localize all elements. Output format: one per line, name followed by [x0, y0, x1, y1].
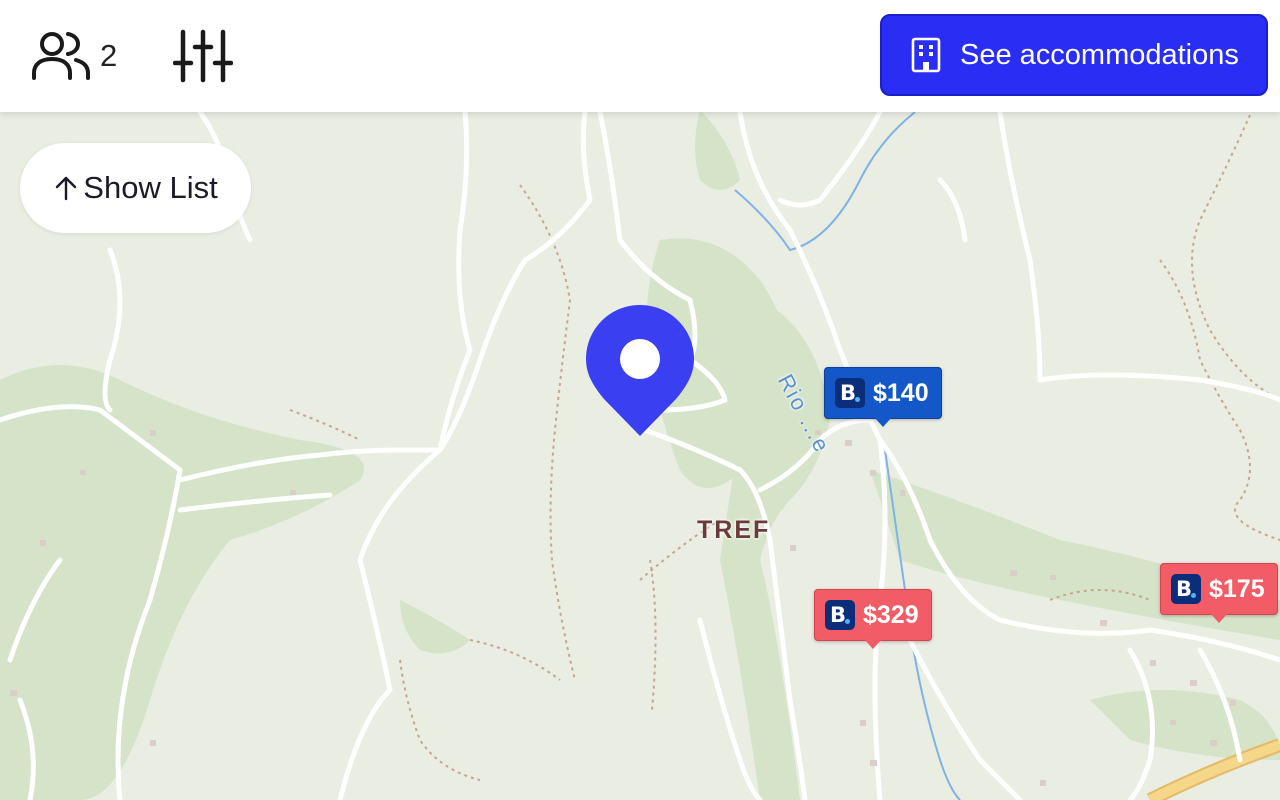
show-list-label: Show List [83, 170, 218, 205]
see-accommodations-button[interactable]: See accommodations [880, 14, 1268, 96]
filters-button[interactable] [170, 26, 236, 86]
guests-button[interactable]: 2 [30, 26, 140, 86]
guests-count: 2 [100, 38, 118, 73]
location-pin-icon[interactable] [584, 303, 696, 438]
show-list-button[interactable]: Show List [20, 143, 251, 233]
price-label: $140 [873, 378, 929, 407]
price-tag-140[interactable]: B $140 [824, 367, 942, 427]
top-bar: 2 See accommodations [0, 0, 1280, 112]
see-accommodations-label: See accommodations [960, 38, 1239, 71]
arrow-up-icon [56, 176, 77, 201]
price-tag-175[interactable]: B $175 [1160, 563, 1278, 623]
sliders-icon [173, 29, 233, 83]
price-label: $175 [1209, 574, 1265, 603]
booking-logo-icon: B [1171, 574, 1201, 604]
booking-logo-icon: B [825, 600, 855, 630]
price-label: $329 [863, 600, 919, 629]
place-label-tref: TREF [697, 516, 771, 544]
booking-logo-icon: B [835, 378, 865, 408]
price-tag-329[interactable]: B $329 [814, 589, 932, 649]
users-icon [32, 32, 90, 80]
building-icon [911, 37, 941, 73]
